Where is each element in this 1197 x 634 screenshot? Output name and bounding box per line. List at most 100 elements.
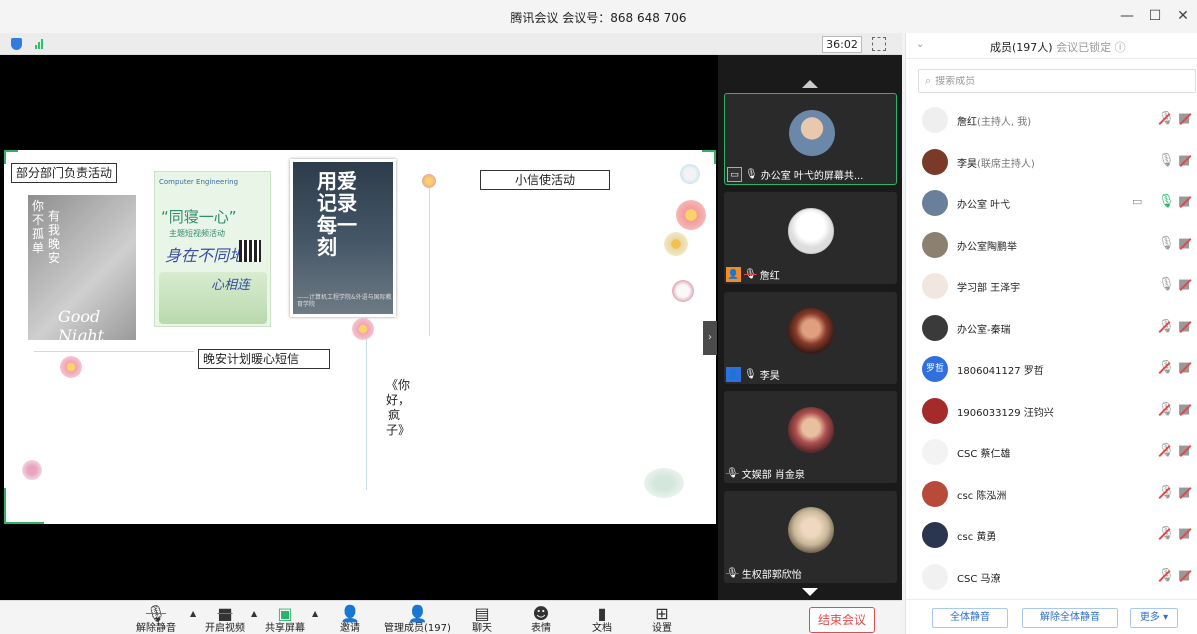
microphone-icon[interactable]: 🎙 (1158, 236, 1175, 251)
member-name: 1806041127 罗哲 (957, 366, 1044, 377)
microphone-muted-icon[interactable]: 🎙 (1158, 485, 1175, 500)
poster-header: Computer Engineering (159, 178, 239, 186)
share-options-caret[interactable]: ▲ (312, 605, 318, 623)
member-row[interactable]: CSC 马潦 🎙 ■ (906, 556, 1197, 598)
microphone-icon[interactable]: 🎙 (1158, 277, 1175, 292)
scroll-down-arrow-icon[interactable] (802, 588, 818, 596)
unmute-button[interactable]: 🎙 解除静音 (136, 605, 176, 634)
camera-off-icon[interactable]: ■ (1178, 153, 1190, 168)
camera-off-icon[interactable]: ■ (1178, 526, 1190, 541)
video-options-caret[interactable]: ▲ (251, 605, 257, 623)
microphone-muted-icon[interactable]: 🎙 (1158, 360, 1175, 375)
microphone-muted-icon[interactable]: 🎙 (1158, 111, 1175, 126)
microphone-muted-icon[interactable]: 🎙 (1158, 526, 1175, 541)
microphone-icon: 🎙 (745, 169, 758, 180)
maximize-button[interactable]: ☐ (1141, 4, 1169, 28)
meeting-toolbar: 🎙 解除静音 ▲ ■ 开启视频 ▲ ▣ 共享屏幕 ▲ 👤 邀请 👤 管理成员(1… (0, 600, 902, 634)
microphone-icon[interactable]: 🎙 (1158, 153, 1175, 168)
settings-button[interactable]: ⊞ 设置 (652, 605, 672, 634)
member-name-line: 詹红(主持人, 我) (957, 113, 1031, 128)
info-icon[interactable]: ⓘ (1115, 41, 1126, 54)
member-row[interactable]: 罗哲 1806041127 罗哲 🎙 ■ (906, 348, 1197, 390)
members-panel: ⌄ 成员(197人) 会议已锁定 ⓘ ⌕ 詹红(主持人, 我)🎙■李昊(联席主持… (905, 33, 1197, 634)
video-tile-caption: 👤 🎙 李昊 (726, 367, 895, 382)
window-title: 腾讯会议 会议号：868 648 706 (510, 11, 687, 25)
member-row[interactable]: 学习部 王泽宇 🎙 ■ (906, 265, 1197, 307)
close-button[interactable]: ✕ (1169, 4, 1197, 28)
member-name: CSC 蔡仁雄 (957, 449, 1011, 460)
member-row[interactable]: 詹红(主持人, 我) 🎙 ■ (906, 99, 1197, 141)
flower-decoration (672, 280, 694, 302)
caret-up-icon: ▲ (190, 609, 197, 618)
share-screen-button[interactable]: ▣ 共享屏幕 (265, 605, 305, 634)
camera-off-icon[interactable]: ■ (1178, 402, 1190, 417)
camera-off-icon[interactable]: ■ (1178, 111, 1190, 126)
video-tile[interactable]: ▭ 🎙 办公室 叶弋的屏幕共... (724, 93, 897, 185)
camera-off-icon[interactable]: ■ (1178, 443, 1190, 458)
microphone-icon[interactable]: 🎙 (1158, 194, 1175, 209)
member-name-line: 1906033129 汪钧兴 (957, 404, 1054, 419)
unmute-all-button[interactable]: 解除全体静音 (1022, 608, 1118, 628)
microphone-muted-icon[interactable]: 🎙 (1158, 402, 1175, 417)
camera-off-icon[interactable]: ■ (1178, 360, 1190, 375)
manage-members-button[interactable]: 👤 管理成员(197) (384, 605, 451, 634)
vertical-title-text: 《你好，疯子》 (386, 378, 411, 437)
photo-script-text: Good Night (58, 307, 105, 345)
screen-share-icon: ▭ (1132, 195, 1143, 208)
shared-slide: 部分部门负责活动 小信使活动 晚安计划暖心短信 你不孤单 有我晚安 Good N… (4, 150, 716, 524)
camera-off-icon[interactable]: ■ (1178, 194, 1190, 209)
emoji-button[interactable]: ☻ 表情 (531, 605, 551, 634)
chat-button[interactable]: ▤ 聊天 (472, 605, 492, 634)
members-panel-title: 成员(197人) 会议已锁定 ⓘ (990, 39, 1126, 55)
decorative-line (429, 180, 430, 336)
camera-off-icon[interactable]: ■ (1178, 236, 1190, 251)
scroll-up-arrow-icon[interactable] (802, 80, 818, 88)
security-shield-icon[interactable] (11, 38, 22, 50)
camera-off-icon[interactable]: ■ (1178, 277, 1190, 292)
microphone-muted-icon[interactable]: 🎙 (1158, 443, 1175, 458)
video-tile[interactable]: 👤 🎙 李昊 (724, 292, 897, 384)
member-row[interactable]: 李昊(联席主持人) 🎙 ■ (906, 141, 1197, 183)
audio-options-caret[interactable]: ▲ (190, 605, 196, 623)
participant-avatar (788, 407, 834, 453)
participant-name: 办公室 叶弋的屏幕共... (760, 171, 864, 182)
mute-all-button[interactable]: 全体静音 (932, 608, 1008, 628)
camera-off-icon[interactable]: ■ (1178, 568, 1190, 583)
meeting-lock-status: 会议已锁定 (1056, 41, 1112, 54)
chevron-down-icon[interactable]: ⌄ (916, 39, 924, 50)
member-row[interactable]: csc 陈泓洲 🎙 ■ (906, 473, 1197, 515)
fullscreen-icon[interactable] (872, 37, 886, 51)
member-row[interactable]: 1906033129 汪钧兴 🎙 ■ (906, 390, 1197, 432)
member-row[interactable]: CSC 蔡仁雄 🎙 ■ (906, 431, 1197, 473)
avatar (922, 563, 948, 590)
decorative-line (34, 351, 194, 352)
video-tile[interactable]: 👤 🎙 詹红 (724, 192, 897, 284)
leaf-decoration (644, 468, 684, 498)
member-row[interactable]: 办公室-秦瑞 🎙 ■ (906, 307, 1197, 349)
collapse-video-list-button[interactable]: › (703, 321, 717, 355)
member-row[interactable]: 办公室陶鹏举 🎙 ■ (906, 224, 1197, 266)
camera-off-icon[interactable]: ■ (1178, 485, 1190, 500)
member-list: 詹红(主持人, 我) 🎙 ■ 李昊(联席主持人) 🎙 ■ 办公室 叶弋 ▭ 🎙 ■ 办公室陶鹏举 🎙 ■… (906, 99, 1197, 597)
poster-slogan: 身在不同地 (165, 246, 246, 265)
invite-button[interactable]: 👤 邀请 (340, 605, 360, 634)
member-name: csc 陈泓洲 (957, 490, 1007, 502)
meeting-timer: 36:02 (822, 36, 862, 53)
camera-off-icon[interactable]: ■ (1178, 319, 1190, 334)
video-tile[interactable]: 🎙 文娱部 肖金泉 (724, 391, 897, 483)
network-signal-icon[interactable] (35, 39, 43, 49)
end-meeting-button[interactable]: 结束会议 (809, 607, 875, 633)
start-video-button[interactable]: ■ 开启视频 (205, 605, 245, 634)
camera-off-icon: ■ (217, 604, 233, 623)
member-row[interactable]: 办公室 叶弋 ▭ 🎙 ■ (906, 182, 1197, 224)
member-search-input[interactable] (935, 75, 1186, 87)
video-tile[interactable]: 🎙 生权部郭欣怡 (724, 491, 897, 583)
member-row[interactable]: csc 黄勇 🎙 ■ (906, 514, 1197, 556)
minimize-button[interactable]: — (1113, 4, 1141, 28)
avatar (922, 480, 948, 507)
docs-button[interactable]: ▮ 文档 (592, 605, 612, 634)
more-button[interactable]: 更多 ▾ (1130, 608, 1178, 628)
microphone-muted-icon[interactable]: 🎙 (1158, 568, 1175, 583)
microphone-muted-icon[interactable]: 🎙 (1158, 319, 1175, 334)
avatar (922, 148, 948, 175)
